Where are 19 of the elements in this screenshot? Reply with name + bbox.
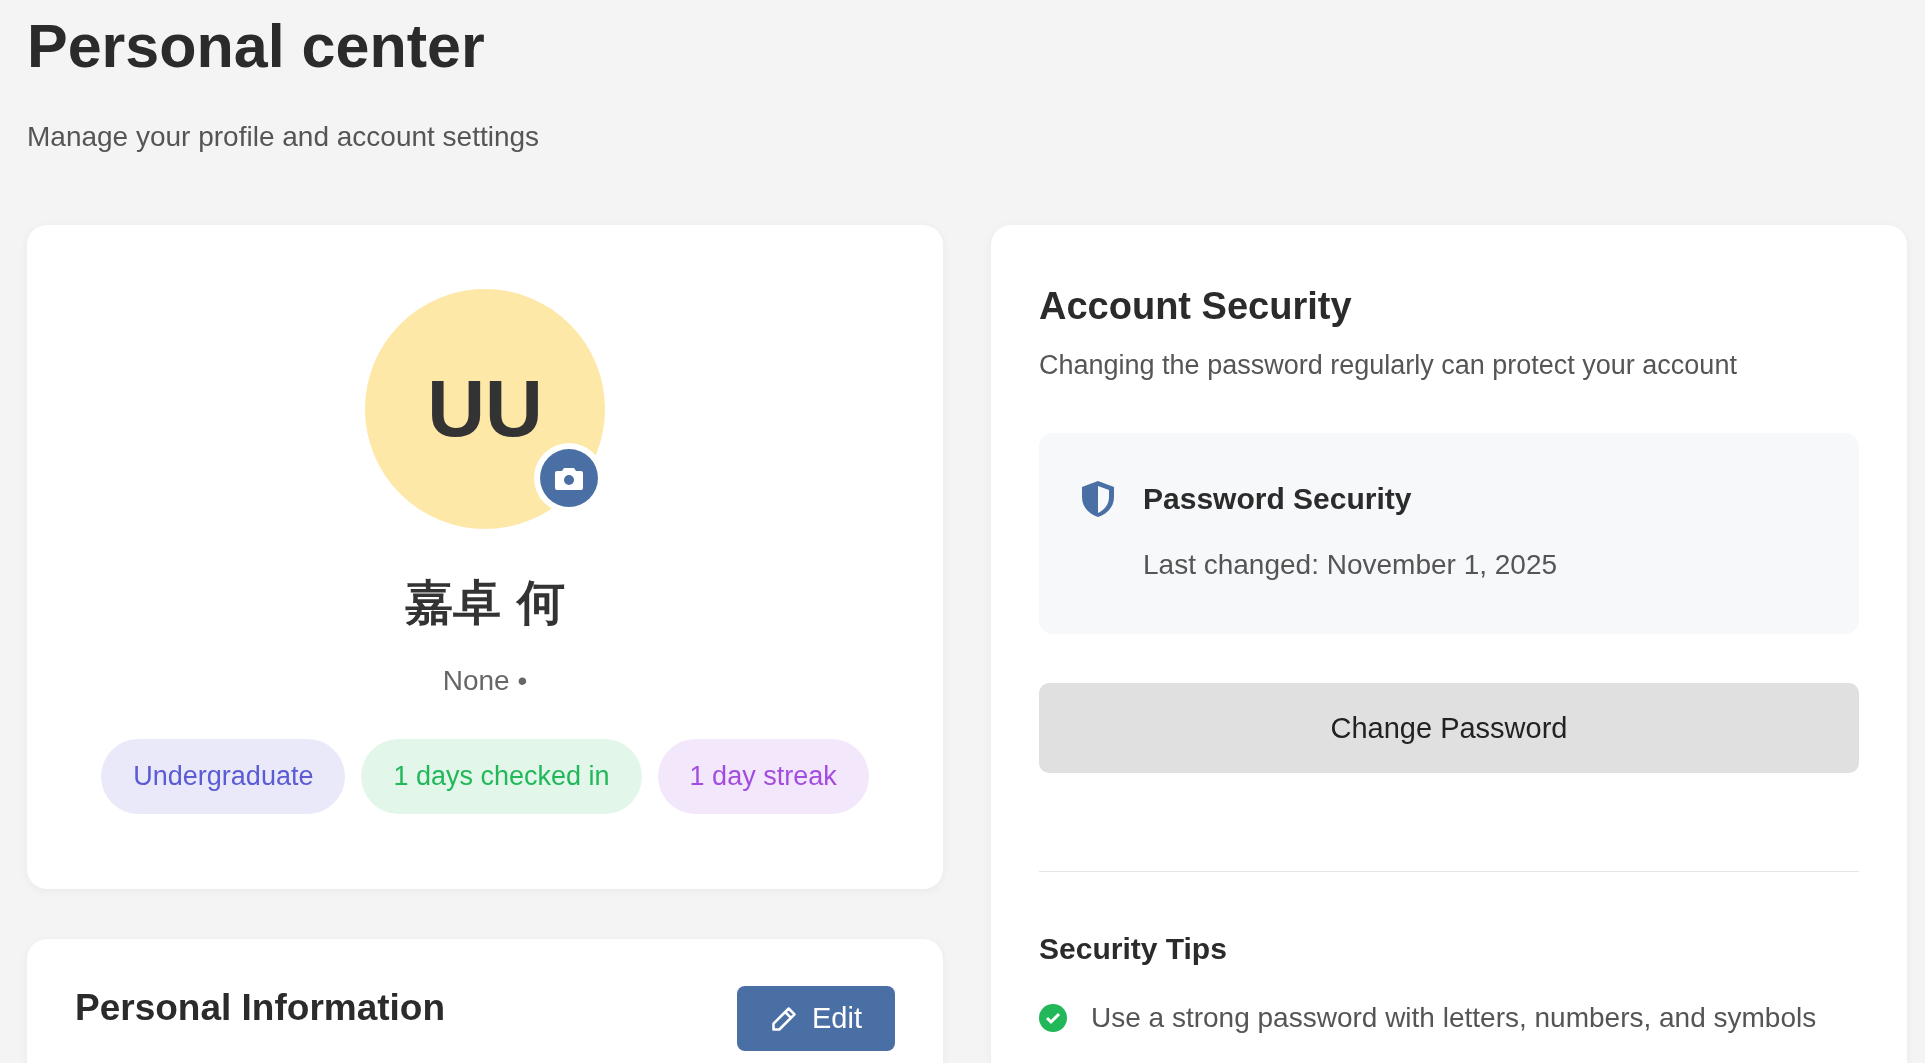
change-password-button[interactable]: Change Password <box>1039 683 1859 773</box>
page-subtitle: Manage your profile and account settings <box>27 120 541 154</box>
shield-icon <box>1079 479 1117 519</box>
tips-title: Security Tips <box>1039 932 1228 966</box>
user-meta: None • <box>442 665 528 697</box>
edit-button[interactable]: Edit <box>737 986 895 1051</box>
profile-tag: 1 day streak <box>657 739 869 814</box>
avatar-initials: UU <box>427 369 543 449</box>
last-changed-text: Last changed: November 1, 2025 <box>1143 549 1559 581</box>
section-description: Changing the password regularly can protect your account <box>1039 350 1738 381</box>
tip-text: Use a strong password with letters, numbers, and symbols <box>1091 1002 1817 1034</box>
user-name: 嘉卓 何 <box>404 573 566 632</box>
profile-tag: Undergraduate <box>101 739 346 814</box>
profile-tag: 1 days checked in <box>361 739 642 814</box>
section-title: Personal Information <box>75 987 446 1029</box>
page-title: Personal center <box>27 11 486 82</box>
pencil-icon <box>770 1004 798 1033</box>
section-title: Account Security <box>1039 285 1353 328</box>
panel-title: Password Security <box>1143 482 1412 516</box>
